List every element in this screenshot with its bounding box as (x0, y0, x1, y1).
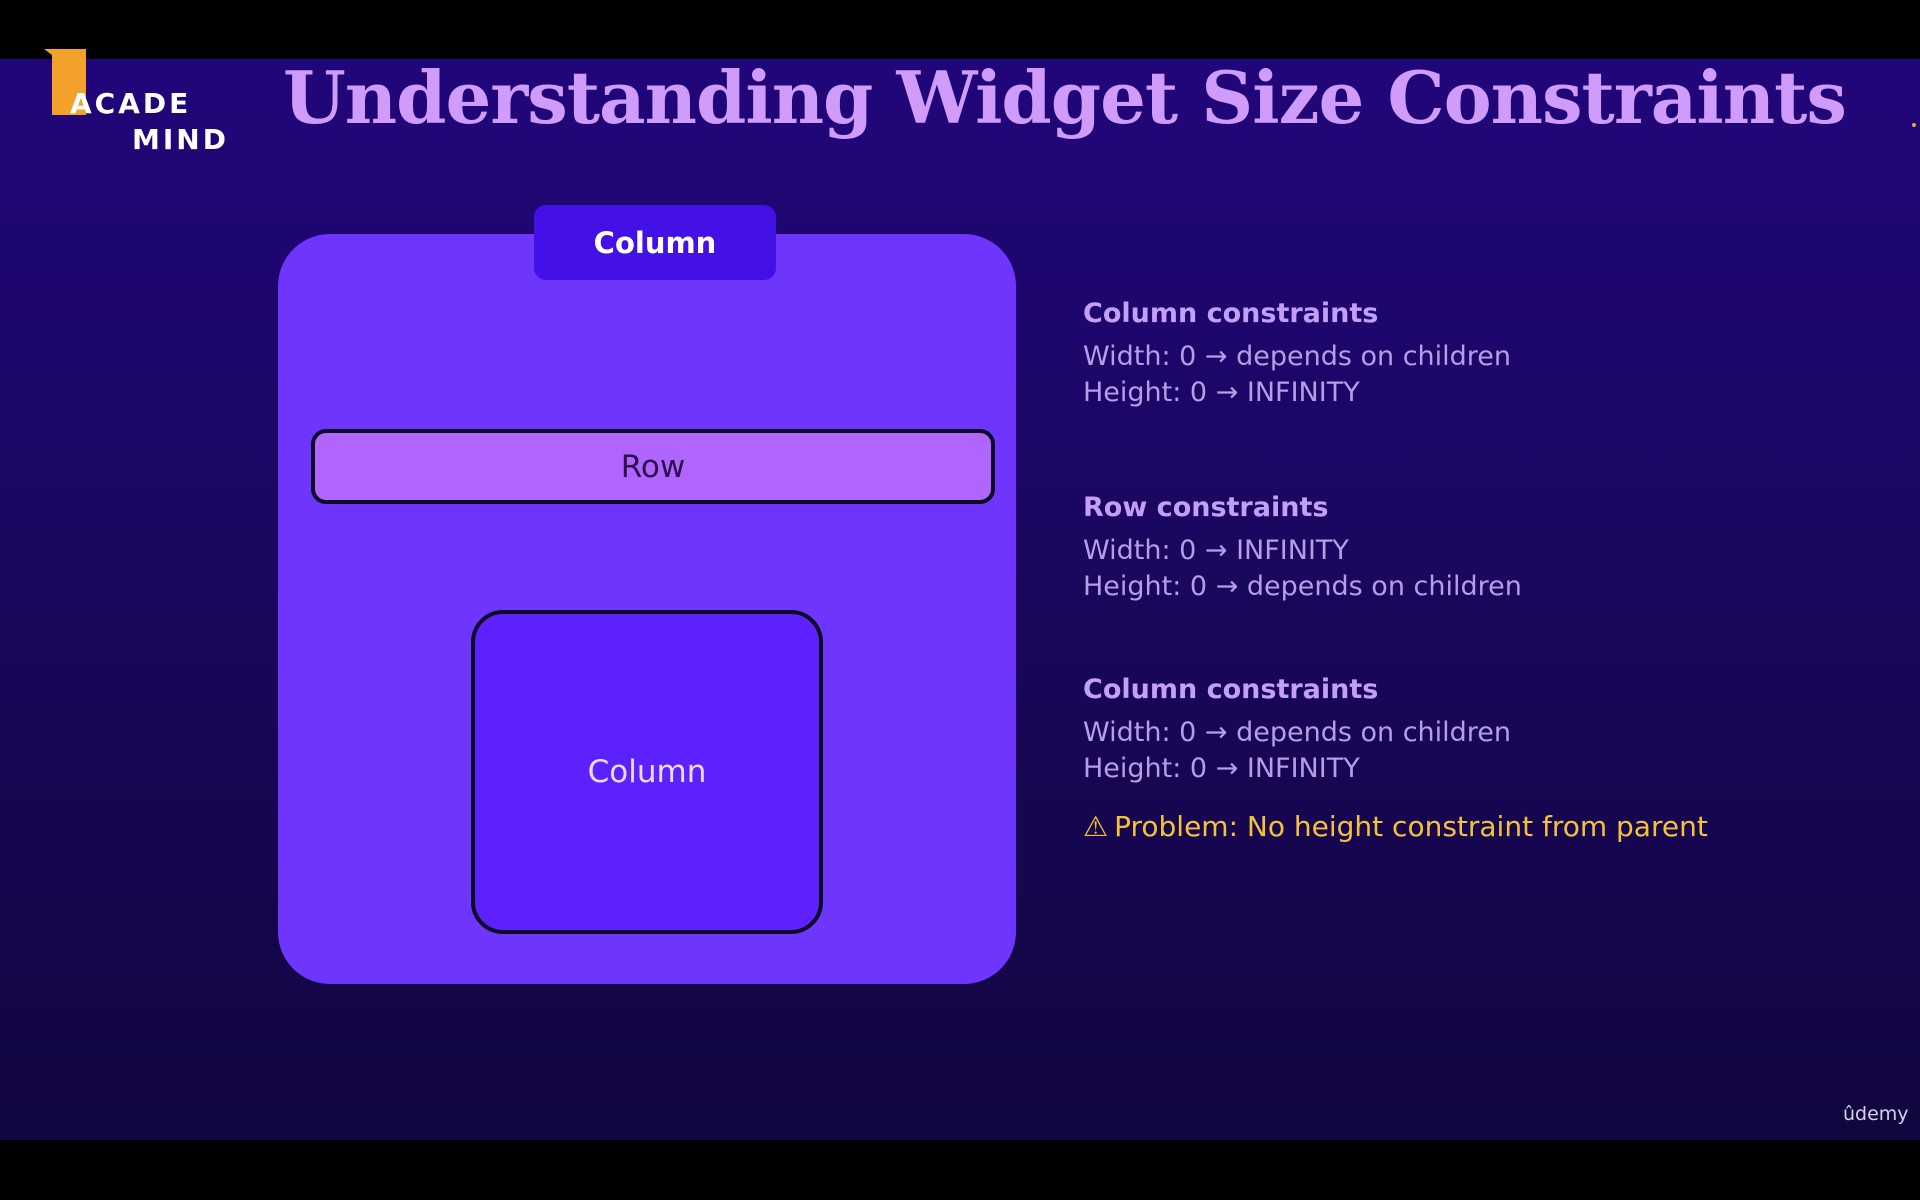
height-constraint: Height: 0 → INFINITY (1083, 377, 1360, 408)
width-constraint: Width: 0 → depends on children (1083, 717, 1512, 748)
constraints-block-3: Column constraints Width: 0 → depends on… (1083, 674, 1511, 787)
width-constraint: Width: 0 → depends on children (1083, 341, 1512, 372)
inner-column-box: Column (471, 610, 823, 934)
warning-message: ⚠ Problem: No height constraint from pare… (1083, 810, 1708, 843)
warning-icon: ⚠ (1083, 810, 1109, 843)
height-constraint: Height: 0 → depends on children (1083, 571, 1522, 602)
warning-text: Problem: No height constraint from paren… (1114, 810, 1708, 843)
logo-line2: MIND (132, 123, 229, 156)
width-constraint: Width: 0 → INFINITY (1083, 535, 1349, 566)
height-constraint: Height: 0 → INFINITY (1083, 753, 1360, 784)
indicator-dot (1912, 123, 1916, 127)
constraints-heading: Column constraints (1083, 298, 1379, 329)
constraints-block-2: Row constraints Width: 0 → INFINITY Heig… (1083, 492, 1522, 605)
logo-line1: ACADE (70, 87, 192, 120)
udemy-watermark: ûdemy (1843, 1103, 1909, 1125)
constraints-heading: Row constraints (1083, 492, 1329, 523)
academind-logo: ACADE MIND (44, 49, 229, 159)
constraints-block-1: Column constraints Width: 0 → depends on… (1083, 298, 1511, 411)
row-box: Row (311, 429, 995, 504)
constraints-heading: Column constraints (1083, 674, 1379, 705)
outer-column-label: Column (534, 205, 776, 280)
letterbox-bottom (0, 1140, 1920, 1200)
slide-title: Understanding Widget Size Constraints (283, 55, 1847, 140)
letterbox-top (0, 0, 1920, 59)
